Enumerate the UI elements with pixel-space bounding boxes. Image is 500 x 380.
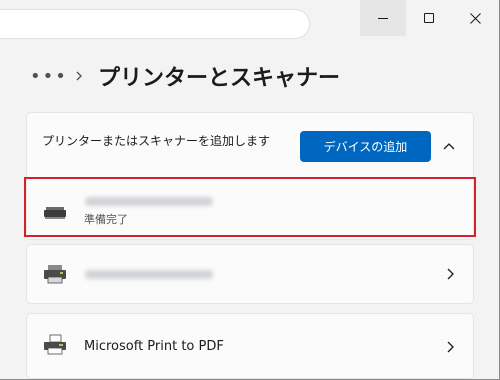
add-device-button[interactable]: デバイスの追加 [300, 131, 431, 162]
device-name-obscured [85, 270, 213, 279]
device-status: 準備完了 [84, 213, 128, 226]
breadcrumb: ••• プリンターとスキャナー [30, 60, 340, 92]
device-name-obscured [85, 197, 213, 206]
device-name: Microsoft Print to PDF [84, 339, 224, 354]
device-row-pdf[interactable]: Microsoft Print to PDF [26, 313, 474, 379]
chevron-right-icon [447, 268, 454, 280]
close-button[interactable] [452, 0, 498, 36]
page-title: プリンターとスキャナー [98, 66, 341, 91]
device-row-printer[interactable] [26, 244, 474, 304]
minimize-button[interactable] [360, 0, 406, 36]
close-icon [469, 12, 481, 24]
chevron-right-icon [447, 341, 454, 353]
device-row-scanner[interactable]: 準備完了 [27, 179, 473, 239]
scanner-icon [44, 207, 66, 219]
breadcrumb-more-button[interactable]: ••• [30, 66, 66, 87]
maximize-button[interactable] [406, 0, 452, 36]
settings-window: ••• プリンターとスキャナー プリンターまたはスキャナーを追加します デバイス… [0, 0, 500, 380]
chevron-up-icon[interactable] [443, 141, 455, 151]
maximize-icon [424, 13, 434, 23]
divider [27, 177, 473, 178]
search-input[interactable] [0, 9, 310, 39]
add-device-card: プリンターまたはスキャナーを追加します デバイスの追加 準備完了 [26, 112, 474, 240]
pdf-printer-icon [44, 334, 66, 355]
printer-icon [44, 265, 66, 284]
minimize-icon [378, 17, 388, 19]
add-device-description: プリンターまたはスキャナーを追加します [42, 134, 271, 148]
chevron-right-icon [76, 71, 82, 81]
